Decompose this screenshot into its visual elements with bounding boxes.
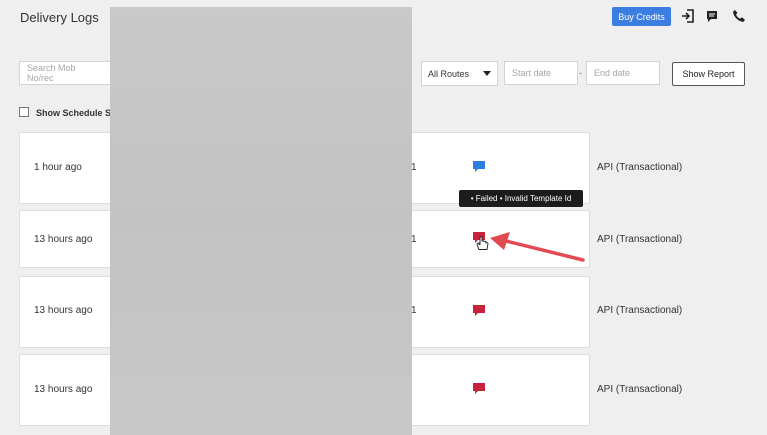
signout-icon[interactable] [680, 7, 696, 25]
show-schedule-checkbox[interactable] [19, 107, 29, 117]
route-select[interactable]: All Routes [421, 61, 498, 86]
time-cell: 13 hours ago [34, 384, 93, 395]
time-cell: 13 hours ago [34, 305, 93, 316]
search-input[interactable]: Search Mob No/rec [19, 61, 111, 85]
date-separator: - [579, 68, 582, 78]
annotation-arrow-icon [490, 232, 585, 262]
status-cell [410, 354, 590, 426]
chevron-down-icon [483, 69, 491, 79]
phone-icon[interactable] [731, 7, 747, 25]
time-cell: 13 hours ago [34, 234, 93, 245]
show-report-button[interactable]: Show Report [672, 62, 745, 86]
message-icon[interactable] [704, 7, 720, 25]
route-cell: API (Transactional) [597, 162, 683, 173]
end-date-input[interactable]: End date [586, 61, 660, 85]
show-schedule-label: Show Schedule SI [36, 108, 114, 118]
message-status-icon[interactable] [472, 304, 486, 317]
redacted-content-overlay [110, 7, 412, 435]
message-status-icon[interactable] [472, 160, 486, 173]
buy-credits-button[interactable]: Buy Credits [612, 7, 671, 26]
route-cell: API (Transactional) [597, 384, 683, 395]
route-select-value: All Routes [428, 68, 470, 79]
page-title: Delivery Logs [20, 10, 99, 25]
route-cell: API (Transactional) [597, 305, 683, 316]
delivery-logs-page: Delivery Logs Buy Credits Search Mob No/… [0, 0, 767, 435]
route-cell: API (Transactional) [597, 234, 683, 245]
status-tooltip: • Failed • Invalid Template Id [459, 190, 583, 207]
time-cell: 1 hour ago [34, 162, 82, 173]
start-date-input[interactable]: Start date [504, 61, 578, 85]
message-status-icon[interactable] [472, 382, 486, 395]
status-cell [410, 276, 590, 348]
hand-cursor-icon [476, 236, 489, 250]
